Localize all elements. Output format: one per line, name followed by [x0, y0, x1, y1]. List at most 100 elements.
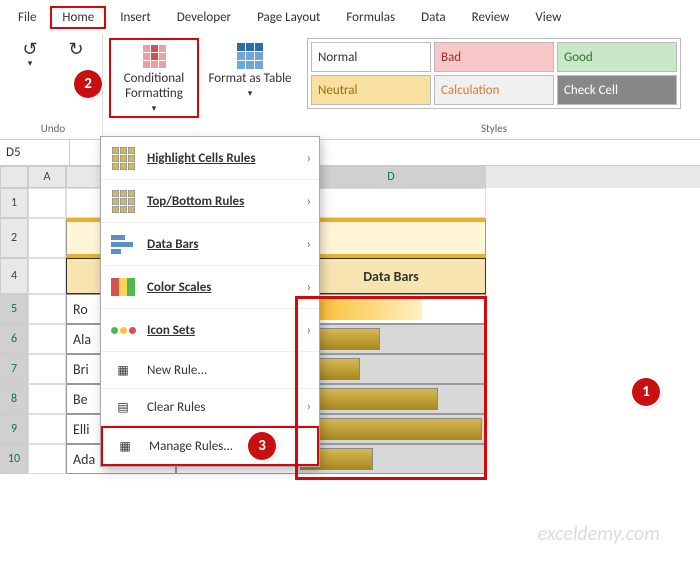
top-bottom-icon — [109, 188, 137, 214]
menu-item-label: Data Bars — [147, 237, 199, 252]
watermark: exceldemy.com — [538, 522, 660, 546]
format-as-table-label: Format as Table — [208, 72, 291, 87]
callout-1: 1 — [632, 378, 660, 406]
cell-databar[interactable] — [296, 444, 486, 474]
menu-top-bottom-rules[interactable]: Top/Bottom Rules › — [101, 180, 319, 223]
tab-file[interactable]: File — [6, 6, 48, 29]
cell[interactable] — [28, 258, 66, 294]
row-header[interactable]: 4 — [0, 258, 28, 294]
conditional-formatting-menu: Highlight Cells Rules › Top/Bottom Rules… — [100, 136, 320, 467]
ribbon-tabs: File Home Insert Developer Page Layout F… — [0, 0, 700, 30]
menu-item-label: Manage Rules... — [149, 439, 233, 454]
cell-databar[interactable] — [296, 354, 486, 384]
conditional-formatting-icon — [140, 44, 168, 70]
cell-databar[interactable] — [296, 384, 486, 414]
row-header[interactable]: 1 — [0, 188, 28, 218]
chevron-down-icon: ▾ — [152, 104, 157, 114]
callout-2: 2 — [74, 70, 102, 98]
name-box[interactable]: D5 — [0, 140, 70, 165]
cell[interactable] — [28, 444, 66, 474]
chevron-down-icon: ▾ — [248, 89, 253, 99]
menu-item-label: Icon Sets — [147, 323, 195, 338]
tab-view[interactable]: View — [523, 6, 573, 29]
row-header[interactable]: 6 — [0, 324, 28, 354]
menu-highlight-cells-rules[interactable]: Highlight Cells Rules › — [101, 137, 319, 180]
menu-data-bars[interactable]: Data Bars › — [101, 223, 319, 266]
title-cell[interactable] — [296, 218, 486, 258]
chevron-right-icon: › — [307, 237, 311, 252]
tab-review[interactable]: Review — [460, 6, 522, 29]
chevron-right-icon: › — [307, 400, 311, 414]
select-all-corner[interactable] — [0, 166, 28, 188]
conditional-formatting-label: Conditional Formatting — [113, 72, 195, 102]
redo-icon: ↻ — [68, 40, 83, 58]
row-header[interactable]: 5 — [0, 294, 28, 324]
cell-databar[interactable] — [296, 414, 486, 444]
group-styles: Normal Bad Good Neutral Calculation Chec… — [301, 34, 687, 139]
col-header-D[interactable]: D — [296, 166, 486, 188]
cell[interactable] — [28, 354, 66, 384]
cell-databar[interactable] — [296, 324, 486, 354]
tab-formulas[interactable]: Formulas — [334, 6, 407, 29]
style-calculation[interactable]: Calculation — [434, 75, 554, 105]
chevron-right-icon: › — [307, 323, 311, 338]
cell[interactable] — [28, 414, 66, 444]
format-as-table-button[interactable]: Format as Table ▾ — [205, 38, 295, 118]
row-header[interactable]: 8 — [0, 384, 28, 414]
chevron-right-icon: › — [307, 194, 311, 209]
style-neutral[interactable]: Neutral — [311, 75, 431, 105]
row-header[interactable]: 9 — [0, 414, 28, 444]
col-header-A[interactable]: A — [28, 166, 66, 188]
group-styles-buttons: Conditional Formatting ▾ Format as Table… — [103, 34, 301, 139]
data-bars-icon — [109, 231, 137, 257]
style-good[interactable]: Good — [557, 42, 677, 72]
color-scales-icon — [109, 274, 137, 300]
undo-icon: ↺ — [22, 40, 37, 58]
row-header[interactable]: 2 — [0, 218, 28, 258]
header-data-bars[interactable]: Data Bars — [296, 258, 486, 294]
tab-insert[interactable]: Insert — [108, 6, 163, 29]
highlight-cells-icon — [109, 145, 137, 171]
new-rule-icon: ▦ — [109, 357, 137, 383]
style-normal[interactable]: Normal — [311, 42, 431, 72]
conditional-formatting-button[interactable]: Conditional Formatting ▾ — [109, 38, 199, 118]
cell[interactable] — [28, 294, 66, 324]
chevron-right-icon: › — [307, 280, 311, 295]
menu-icon-sets[interactable]: Icon Sets › — [101, 309, 319, 352]
chevron-down-icon: ▾ — [28, 58, 33, 69]
redo-button[interactable]: ↻ — [56, 38, 96, 60]
cell[interactable] — [28, 188, 66, 218]
callout-3: 3 — [248, 432, 276, 460]
menu-item-label: Clear Rules — [147, 400, 206, 415]
ribbon: ↺ ▾ ↻ Undo Conditional Formatting ▾ For — [0, 30, 700, 140]
style-check-cell[interactable]: Check Cell — [557, 75, 677, 105]
icon-sets-icon — [109, 317, 137, 343]
row-header[interactable]: 10 — [0, 444, 28, 474]
style-bad[interactable]: Bad — [434, 42, 554, 72]
cell-styles-gallery[interactable]: Normal Bad Good Neutral Calculation Chec… — [307, 38, 681, 109]
menu-clear-rules[interactable]: ▤ Clear Rules › — [101, 389, 319, 426]
tab-home[interactable]: Home — [50, 6, 106, 29]
clear-rules-icon: ▤ — [109, 394, 137, 420]
tab-developer[interactable]: Developer — [165, 6, 243, 29]
manage-rules-icon: ▦ — [111, 433, 139, 459]
tab-data[interactable]: Data — [409, 6, 458, 29]
tab-page-layout[interactable]: Page Layout — [245, 6, 332, 29]
row-header[interactable]: 7 — [0, 354, 28, 384]
menu-new-rule[interactable]: ▦ New Rule... — [101, 352, 319, 389]
menu-item-label: Highlight Cells Rules — [147, 151, 256, 166]
group-label-styles: Styles — [481, 120, 507, 139]
menu-item-label: Color Scales — [147, 280, 211, 295]
cell-databar[interactable] — [296, 294, 486, 324]
cell[interactable] — [296, 188, 486, 218]
undo-button[interactable]: ↺ ▾ — [10, 38, 50, 71]
cell[interactable] — [28, 324, 66, 354]
menu-color-scales[interactable]: Color Scales › — [101, 266, 319, 309]
menu-manage-rules[interactable]: ▦ Manage Rules... — [101, 426, 319, 466]
chevron-right-icon: › — [307, 151, 311, 166]
cell[interactable] — [28, 384, 66, 414]
menu-item-label: New Rule... — [147, 363, 207, 378]
format-as-table-icon — [236, 42, 264, 70]
group-label-undo: Undo — [41, 120, 65, 139]
menu-item-label: Top/Bottom Rules — [147, 194, 244, 209]
